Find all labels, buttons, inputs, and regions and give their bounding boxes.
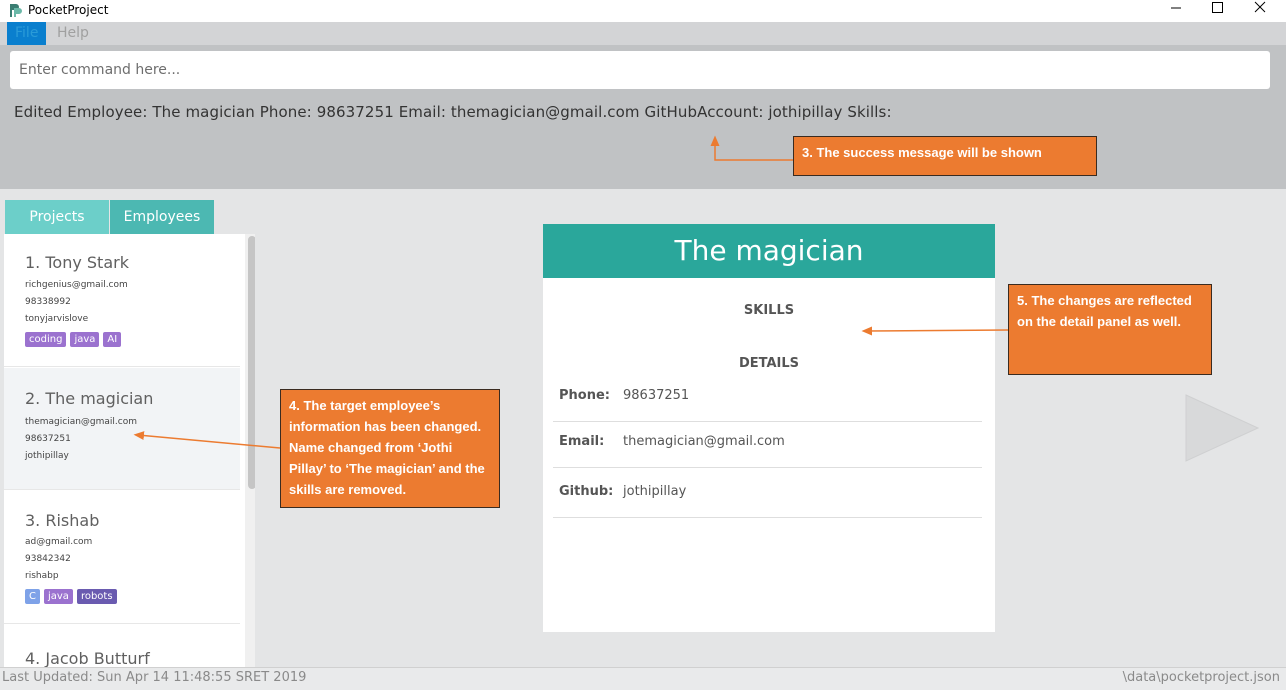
list-item[interactable]: 2. The magician themagician@gmail.com 98… [4,368,240,490]
tab-employees[interactable]: Employees [110,200,214,234]
employee-phone: 98338992 [25,297,71,307]
detail-panel: The magician SKILLS DETAILS Phone: 98637… [543,224,995,632]
skill-tag: C [25,589,40,604]
scrollbar-thumb[interactable] [248,236,255,489]
tab-projects[interactable]: Projects [5,200,109,234]
employee-email: ad@gmail.com [25,537,93,547]
detail-row-email: Email: themagician@gmail.com [553,418,982,468]
status-bar: Last Updated: Sun Apr 14 11:48:55 SRET 2… [0,667,1286,690]
employee-email: richgenius@gmail.com [25,280,128,290]
window-title: PocketProject [28,3,109,17]
list-item[interactable]: 3. Rishab ad@gmail.com 93842342 rishabp … [4,491,240,624]
main-area: Projects Employees 1. Tony Stark richgen… [0,189,1286,667]
detail-label: Email: [559,434,605,449]
app-logo-icon [10,4,22,17]
skill-tag: coding [25,332,67,347]
minimize-icon[interactable] [1156,0,1196,22]
employee-phone: 98637251 [25,434,71,444]
menu-file[interactable]: File [7,22,47,45]
list-item[interactable]: 4. Jacob Butturf [4,625,240,667]
employee-github: jothipillay [25,451,69,461]
skill-tag: AI [103,332,122,347]
detail-label: Phone: [559,388,610,403]
maximize-icon[interactable] [1198,0,1238,22]
title-bar: PocketProject [0,0,1286,22]
detail-name: The magician [543,224,995,278]
skill-tags: coding java AI [25,332,122,347]
annotation-success-message: 3. The success message will be shown [793,136,1097,176]
employee-phone: 93842342 [25,554,71,564]
detail-label: Github: [559,484,614,499]
detail-row-github: Github: jothipillay [553,468,982,518]
detail-value: jothipillay [623,484,687,499]
details-title: DETAILS [738,356,800,371]
menu-bar: File Help [0,22,1286,45]
employee-name: 3. Rishab [25,511,100,530]
list-item[interactable]: 1. Tony Stark richgenius@gmail.com 98338… [4,234,240,367]
employee-github: rishabp [25,571,59,581]
last-updated: Last Updated: Sun Apr 14 11:48:55 SRET 2… [2,670,307,685]
employee-name: 2. The magician [25,389,154,408]
command-input[interactable] [10,51,1270,89]
file-path: \data\pocketproject.json [1122,670,1280,685]
menu-help[interactable]: Help [49,22,97,45]
result-message: Edited Employee: The magician Phone: 986… [14,103,892,121]
employee-list: 1. Tony Stark richgenius@gmail.com 98338… [4,234,255,667]
employee-github: tonyjarvislove [25,314,89,324]
next-arrow-icon[interactable] [1184,393,1260,463]
annotation-target-employee: 4. The target employee’s information has… [280,389,500,508]
employee-name: 1. Tony Stark [25,253,129,272]
close-icon[interactable] [1240,0,1280,22]
detail-value: 98637251 [623,388,690,403]
list-scrollbar[interactable] [245,234,255,667]
skill-tag: robots [76,589,117,604]
detail-value: themagician@gmail.com [623,434,785,449]
detail-row-phone: Phone: 98637251 [553,372,982,422]
skill-tag: java [70,332,100,347]
employee-name: 4. Jacob Butturf [25,649,150,667]
employee-email: themagician@gmail.com [25,417,138,427]
skill-tags: C java robots [25,589,117,604]
annotation-detail-panel: 5. The changes are reflected on the deta… [1008,284,1212,375]
skill-tag: java [43,589,73,604]
skills-title: SKILLS [743,303,795,318]
